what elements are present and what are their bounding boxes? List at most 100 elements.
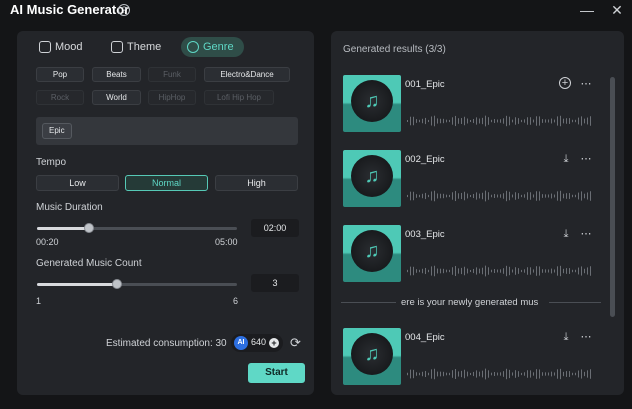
download-icon[interactable]: ⤓: [559, 227, 573, 241]
waveform-bar: [530, 267, 531, 275]
genre-chip-beats[interactable]: Beats: [92, 67, 141, 82]
waveform-bar: [545, 269, 546, 273]
waveform-bar: [533, 119, 534, 123]
result-name: 001_Epic: [405, 79, 445, 90]
more-options-icon[interactable]: ⋯: [579, 152, 593, 166]
waveform-bar: [512, 269, 513, 273]
waveform-bar: [533, 194, 534, 198]
waveform-bar: [524, 194, 525, 198]
waveform: [407, 368, 591, 380]
result-item[interactable]: ♫ 001_Epic + ⋯: [343, 75, 603, 135]
waveform-bar: [470, 269, 471, 273]
waveform-bar: [431, 369, 432, 379]
waveform-bar: [443, 118, 444, 124]
tempo-normal-button[interactable]: Normal: [125, 175, 208, 191]
results-scrollbar[interactable]: [610, 77, 615, 317]
waveform-bar: [539, 116, 540, 126]
waveform-bar: [458, 268, 459, 274]
tempo-low-button[interactable]: Low: [36, 175, 119, 191]
waveform-bar: [578, 117, 579, 125]
count-value[interactable]: 3: [251, 274, 299, 292]
waveform-bar: [563, 268, 564, 274]
more-options-icon[interactable]: ⋯: [579, 330, 593, 344]
waveform-bar: [407, 120, 408, 122]
genre-chip-pop[interactable]: Pop: [36, 67, 84, 82]
waveform-bar: [446, 269, 447, 273]
waveform-bar: [512, 119, 513, 123]
tab-mood[interactable]: Mood: [33, 37, 93, 57]
waveform-bar: [584, 371, 585, 377]
refresh-icon[interactable]: ⟳: [290, 335, 301, 351]
waveform-bar: [542, 372, 543, 376]
count-slider-thumb[interactable]: [112, 279, 122, 289]
waveform-bar: [491, 372, 492, 376]
waveform-bar: [464, 116, 465, 126]
add-icon[interactable]: +: [559, 77, 571, 89]
tab-theme[interactable]: Theme: [105, 37, 171, 57]
duration-slider-thumb[interactable]: [84, 223, 94, 233]
waveform-bar: [500, 194, 501, 198]
waveform-bar: [542, 119, 543, 123]
waveform-bar: [488, 370, 489, 378]
tempo-high-button[interactable]: High: [215, 175, 298, 191]
waveform-bar: [455, 115, 456, 127]
waveform-bar: [416, 119, 417, 123]
waveform-bar: [407, 372, 408, 376]
waveform-bar: [512, 372, 513, 376]
count-slider[interactable]: [37, 279, 237, 289]
waveform-bar: [482, 117, 483, 125]
waveform-bar: [455, 265, 456, 277]
help-icon[interactable]: ?: [118, 4, 130, 16]
estimated-consumption: Estimated consumption: 30: [106, 338, 227, 349]
waveform-bar: [536, 266, 537, 276]
download-icon[interactable]: ⤓: [559, 330, 573, 344]
waveform-bar: [482, 192, 483, 200]
waveform: [407, 115, 591, 127]
waveform-bar: [434, 115, 435, 127]
waveform-bar: [407, 194, 408, 198]
waveform-bar: [419, 194, 420, 198]
waveform-bar: [584, 118, 585, 124]
waveform-bar: [413, 116, 414, 126]
close-icon[interactable]: ✕: [608, 1, 626, 19]
genre-chip-world[interactable]: World: [92, 90, 141, 105]
waveform-bar: [434, 190, 435, 202]
divider-line-right: [549, 302, 601, 303]
duration-value[interactable]: 02:00: [251, 219, 299, 237]
waveform-bar: [452, 370, 453, 378]
waveform-bar: [491, 269, 492, 273]
tab-label: Mood: [55, 41, 83, 53]
result-item[interactable]: ♫ 004_Epic ⤓ ⋯: [343, 328, 603, 388]
waveform-bar: [521, 269, 522, 273]
waveform-bar: [452, 267, 453, 275]
waveform-bar: [446, 372, 447, 376]
waveform-bar: [422, 118, 423, 124]
results-panel: Generated results (3/3) ♫ 001_Epic + ⋯ ♫…: [331, 31, 624, 395]
credit-count: 640: [251, 337, 267, 347]
start-button[interactable]: Start: [248, 363, 305, 383]
duration-slider[interactable]: [37, 223, 237, 233]
theme-icon: [111, 41, 123, 53]
minimize-icon[interactable]: —: [578, 1, 596, 19]
waveform-bar: [494, 119, 495, 123]
genre-chip-electro-dance[interactable]: Electro&Dance: [204, 67, 290, 82]
waveform-bar: [479, 268, 480, 274]
tab-genre[interactable]: Genre: [181, 37, 244, 57]
waveform-bar: [494, 371, 495, 377]
result-item[interactable]: ♫ 003_Epic ⤓ ⋯: [343, 225, 603, 285]
more-options-icon[interactable]: ⋯: [579, 77, 593, 91]
add-credits-icon[interactable]: +: [269, 338, 279, 348]
selected-tag-epic[interactable]: Epic: [42, 123, 72, 139]
more-options-icon[interactable]: ⋯: [579, 227, 593, 241]
download-icon[interactable]: ⤓: [559, 152, 573, 166]
waveform-bar: [554, 372, 555, 376]
result-item[interactable]: ♫ 002_Epic ⤓ ⋯: [343, 150, 603, 210]
waveform-bar: [554, 269, 555, 273]
waveform-bar: [581, 191, 582, 201]
waveform-bar: [452, 117, 453, 125]
waveform-bar: [473, 118, 474, 124]
waveform-bar: [419, 119, 420, 123]
duration-min-label: 00:20: [36, 237, 59, 247]
waveform-bar: [473, 268, 474, 274]
waveform-bar: [572, 194, 573, 198]
